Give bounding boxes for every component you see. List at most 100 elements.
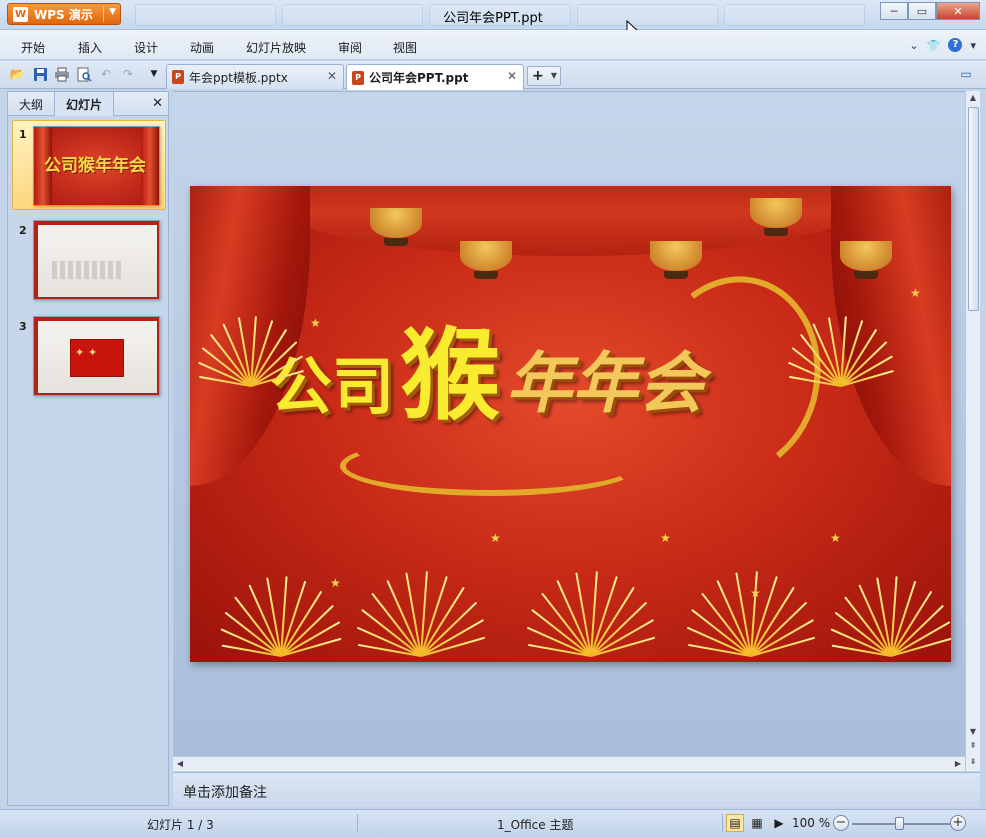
panel-tabs: 大纲 幻灯片 ✕: [8, 92, 168, 116]
slide-number: 2: [19, 224, 27, 237]
maximize-button[interactable]: ▭: [908, 2, 936, 20]
doc-tab-label: 公司年会PPT.ppt: [369, 71, 469, 85]
star-decoration: ★: [830, 531, 841, 545]
doc-tab-template[interactable]: P 年会ppt模板.pptx ✕: [166, 64, 344, 89]
notes-placeholder: 单击添加备注: [183, 785, 267, 801]
prev-slide-icon[interactable]: ⇞: [966, 739, 980, 753]
menu-insert[interactable]: 插入: [78, 39, 102, 56]
slides-panel: 大纲 幻灯片 ✕ 1 公司猴年年会 2 3 ✦ ✦: [7, 91, 169, 806]
help-dropdown-icon[interactable]: ▾: [970, 39, 976, 52]
ghost-tab: [576, 4, 718, 26]
slide-number: 3: [19, 320, 27, 333]
theme-name: 1_Office 主题: [497, 818, 574, 832]
vertical-scrollbar[interactable]: ▲ ▼ ⇞ ⇟: [965, 91, 980, 771]
customize-toolbar-icon[interactable]: ▼: [146, 66, 162, 82]
slide-thumbnail-1[interactable]: 1 公司猴年年会: [8, 120, 168, 214]
separator: [103, 6, 104, 22]
divider: [357, 814, 358, 832]
ppt-file-icon: P: [352, 70, 364, 85]
menu-review[interactable]: 审阅: [338, 39, 362, 56]
menu-view[interactable]: 视图: [393, 39, 417, 56]
next-slide-icon[interactable]: ⇟: [966, 755, 980, 769]
scroll-down-icon[interactable]: ▼: [966, 725, 980, 739]
status-bar: 幻灯片 1 / 3 1_Office 主题 ▤ ▦ ▶ 100 % − +: [0, 809, 986, 837]
menu-design[interactable]: 设计: [134, 39, 158, 56]
star-decoration: ★: [750, 586, 761, 600]
print-icon[interactable]: [54, 66, 70, 82]
collapse-ribbon-icon[interactable]: ⌄: [910, 39, 919, 52]
zoom-level: 100 %: [792, 816, 831, 830]
thumbnail-image: ✦ ✦: [33, 316, 160, 396]
menu-animation[interactable]: 动画: [190, 39, 214, 56]
thumbnail-image: [33, 220, 160, 300]
window-controls: ─ ▭ ✕: [880, 2, 980, 20]
divider: [722, 814, 723, 832]
thumbnail-image: 公司猴年年会: [33, 126, 160, 206]
zoom-out-button[interactable]: −: [833, 815, 849, 831]
skin-icon[interactable]: 👕: [927, 39, 941, 52]
menu-right-icons: ⌄ 👕 ? ▾: [910, 38, 976, 52]
open-folder-icon[interactable]: 📂: [9, 66, 25, 82]
slide-thumbnail-3[interactable]: 3 ✦ ✦: [8, 316, 168, 400]
curtain-right: [831, 186, 951, 486]
slide-sorter-icon[interactable]: ▦: [748, 814, 766, 832]
close-tab-icon[interactable]: ✕: [507, 69, 517, 83]
close-panel-icon[interactable]: ✕: [152, 96, 163, 111]
window-layout-icon[interactable]: ▭: [958, 66, 974, 82]
quick-access-toolbar: 📂 ↶ ↷ ▼ P 年会ppt模板.pptx ✕ P 公司年会PPT.ppt ✕…: [0, 61, 986, 90]
help-icon[interactable]: ?: [948, 38, 963, 52]
background-window-tabs: [135, 4, 866, 26]
ghost-tab: [135, 4, 277, 26]
lantern-decoration: [650, 241, 702, 279]
print-preview-icon[interactable]: [76, 66, 92, 82]
tab-slides[interactable]: 幻灯片: [54, 92, 114, 116]
slide-title[interactable]: 公司 猴 年年会: [270, 326, 704, 426]
normal-view-icon[interactable]: ▤: [726, 814, 744, 832]
scroll-left-icon[interactable]: ◀: [173, 757, 187, 771]
star-decoration: ★: [910, 286, 921, 300]
slide-thumbnail-2[interactable]: 2: [8, 220, 168, 304]
wps-logo-icon: W: [13, 6, 28, 22]
menu-slideshow[interactable]: 幻灯片放映: [246, 39, 306, 56]
close-window-button[interactable]: ✕: [936, 2, 980, 20]
lantern-decoration: [370, 208, 422, 246]
star-decoration: ★: [310, 316, 321, 330]
tab-outline[interactable]: 大纲: [8, 92, 54, 116]
lantern-decoration: [750, 198, 802, 236]
ghost-tab: [429, 4, 571, 26]
gold-ribbon: [340, 436, 640, 496]
doc-tab-label: 年会ppt模板.pptx: [189, 70, 288, 85]
title-bar: W WPS 演示 ▼ 公司年会PPT.ppt ─ ▭ ✕: [0, 0, 986, 40]
star-decoration: ★: [330, 576, 341, 590]
scroll-right-icon[interactable]: ▶: [951, 757, 965, 771]
zoom-in-button[interactable]: +: [950, 815, 966, 831]
scroll-thumb[interactable]: [968, 107, 979, 311]
horizontal-scrollbar[interactable]: ◀ ▶: [173, 756, 965, 771]
star-decoration: ★: [660, 531, 671, 545]
thumbnail-title: 公司猴年年会: [44, 156, 146, 176]
new-tab-button[interactable]: + ▼: [527, 66, 561, 86]
menu-bar: 开始 插入 设计 动画 幻灯片放映 审阅 视图 ⌄ 👕 ? ▾: [0, 30, 986, 60]
save-icon[interactable]: [32, 66, 48, 82]
redo-icon[interactable]: ↷: [120, 66, 136, 82]
notes-pane[interactable]: 单击添加备注: [173, 772, 980, 807]
zoom-slider-thumb[interactable]: [895, 817, 904, 830]
slideshow-icon[interactable]: ▶: [770, 814, 788, 832]
ghost-tab: [282, 4, 424, 26]
chevron-down-icon: ▼: [550, 71, 557, 80]
minimize-button[interactable]: ─: [880, 2, 908, 20]
plus-icon: +: [532, 68, 544, 84]
close-tab-icon[interactable]: ✕: [327, 69, 337, 83]
menu-home[interactable]: 开始: [21, 39, 45, 56]
doc-tab-active[interactable]: P 公司年会PPT.ppt ✕: [346, 64, 524, 90]
lantern-decoration: [460, 241, 512, 279]
app-menu-button[interactable]: W WPS 演示 ▼: [7, 3, 121, 25]
slide-counter: 幻灯片 1 / 3: [147, 818, 214, 832]
title-monkey: 猴: [400, 317, 501, 434]
star-decoration: ★: [490, 531, 501, 545]
undo-icon[interactable]: ↶: [98, 66, 114, 82]
ppt-file-icon: P: [172, 70, 184, 84]
current-slide[interactable]: 公司 猴 年年会 ★ ★ ★ ★ ★ ★ ★: [190, 186, 951, 662]
ghost-tab: [723, 4, 866, 26]
scroll-up-icon[interactable]: ▲: [966, 91, 980, 105]
